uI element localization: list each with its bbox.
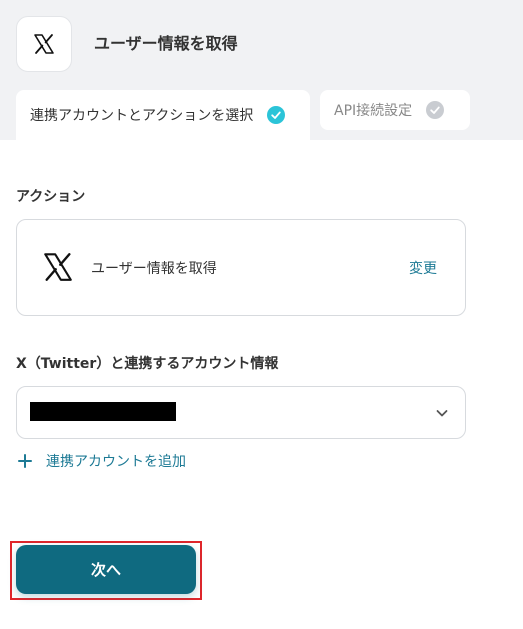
chevron-down-icon (436, 410, 448, 417)
page-title: ユーザー情報を取得 (94, 34, 238, 53)
check-icon (426, 101, 445, 119)
account-select[interactable] (16, 386, 466, 439)
plus-icon (18, 454, 32, 468)
app-icon-tile (16, 16, 72, 72)
x-logo-icon (44, 253, 72, 281)
next-button[interactable]: 次へ (16, 545, 196, 594)
action-name: ユーザー情報を取得 (91, 261, 217, 277)
action-section-label: アクション (16, 189, 86, 205)
add-account-label: 連携アカウントを追加 (46, 454, 186, 470)
action-card: ユーザー情報を取得 変更 (16, 219, 466, 316)
x-logo-icon (34, 34, 54, 54)
tab-label: API接続設定 (334, 103, 413, 119)
tab-api-settings[interactable]: API接続設定 (320, 90, 470, 130)
add-account-link[interactable]: 連携アカウントを追加 (18, 450, 186, 472)
tab-select-account-action[interactable]: 連携アカウントとアクションを選択 (16, 90, 310, 140)
account-section-label: X（Twitter）と連携するアカウント情報 (16, 356, 279, 372)
check-icon (267, 106, 286, 124)
redacted-account-value (30, 402, 176, 421)
tab-label: 連携アカウントとアクションを選択 (30, 108, 254, 124)
change-action-link[interactable]: 変更 (409, 258, 437, 278)
